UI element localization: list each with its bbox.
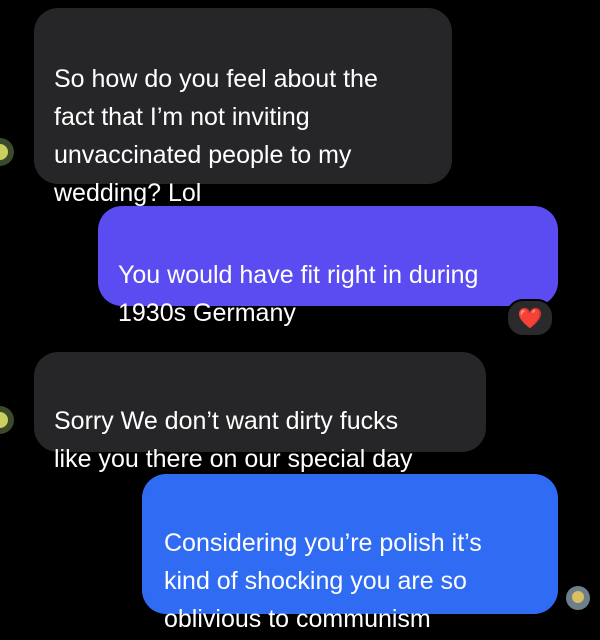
reaction-badge[interactable]: ❤️ [506, 299, 554, 337]
message-text: You would have fit right in during 1930s… [118, 261, 479, 327]
outgoing-message-bubble[interactable]: Considering you’re polish it’s kind of s… [142, 474, 558, 633]
read-receipt-avatar [566, 586, 590, 610]
contact-avatar-image [0, 406, 14, 434]
read-receipt-avatar-image [566, 586, 590, 610]
message-text: Sorry We don’t want dirty fucks like you… [54, 407, 413, 473]
contact-avatar[interactable] [0, 138, 14, 166]
message-text: Considering you’re polish it’s kind of s… [164, 529, 482, 633]
outgoing-message-bubble[interactable]: You would have fit right in during 1930s… [98, 206, 558, 327]
contact-avatar[interactable] [0, 406, 14, 434]
message-text: So how do you feel about the fact that I… [54, 65, 378, 207]
contact-avatar-image [0, 138, 14, 166]
incoming-message-bubble[interactable]: Sorry We don’t want dirty fucks like you… [34, 352, 486, 473]
heart-icon: ❤️ [517, 307, 543, 330]
incoming-message-bubble[interactable]: So how do you feel about the fact that I… [34, 8, 452, 207]
